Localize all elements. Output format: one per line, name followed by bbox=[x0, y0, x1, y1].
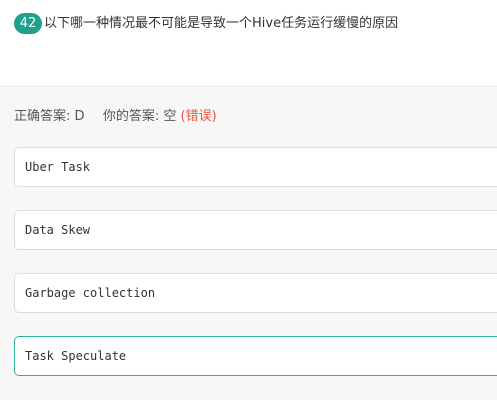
question-text: 以下哪一种情况最不可能是导致一个Hive任务运行缓慢的原因 bbox=[44, 16, 399, 31]
correct-answer-value: D bbox=[74, 109, 85, 124]
option-d[interactable]: Task Speculate bbox=[14, 336, 497, 376]
option-b[interactable]: Data Skew bbox=[14, 210, 497, 250]
your-answer-label: 你的答案: bbox=[102, 109, 160, 124]
your-answer-value: 空 bbox=[163, 109, 177, 124]
correct-answer-label: 正确答案: bbox=[14, 109, 71, 124]
question-header: 42 以下哪一种情况最不可能是导致一个Hive任务运行缓慢的原因 bbox=[0, 0, 497, 87]
option-c[interactable]: Garbage collection bbox=[14, 273, 497, 313]
answer-result-line: 正确答案: D 你的答案: 空 (错误) bbox=[14, 108, 217, 125]
option-a[interactable]: Uber Task bbox=[14, 147, 497, 187]
question-number-badge: 42 bbox=[14, 13, 42, 34]
answer-status: (错误) bbox=[180, 109, 217, 124]
